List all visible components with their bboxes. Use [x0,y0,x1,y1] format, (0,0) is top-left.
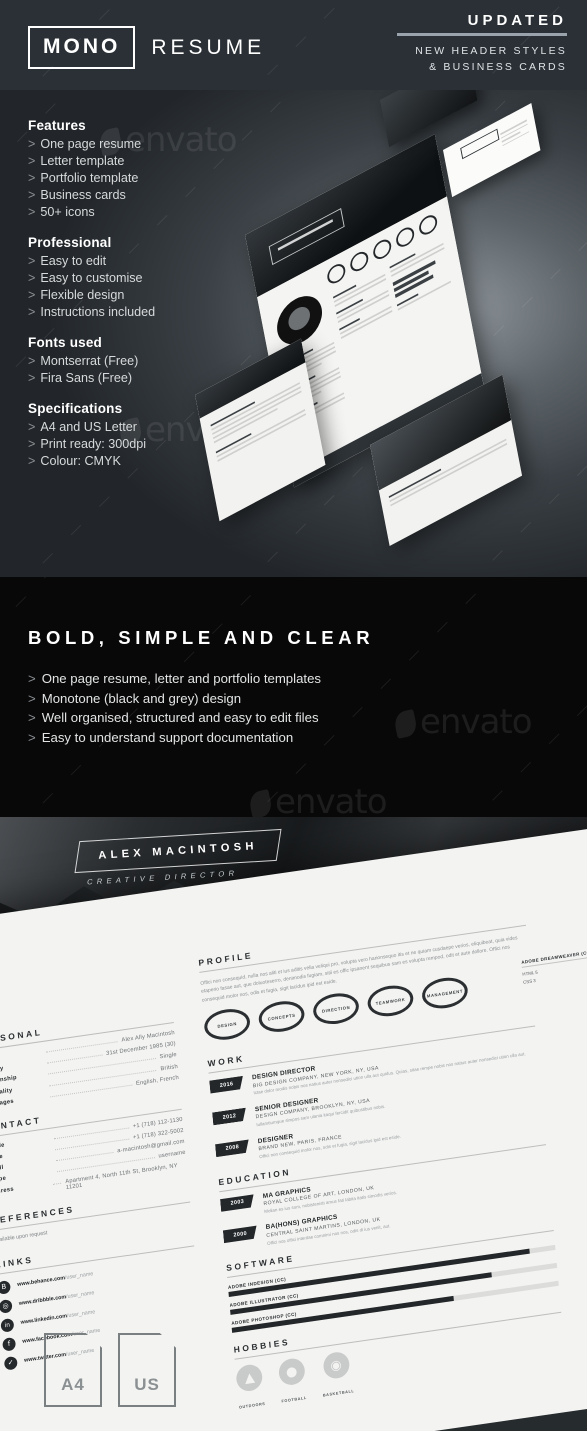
format-badges: A4 US [44,1333,176,1407]
feature-item: > Portfolio template [28,171,139,185]
logo-box: MONO [28,26,136,69]
header-rule [397,33,567,36]
feature-item: > A4 and US Letter [28,420,137,434]
resume-hero-section: ALEX MACINTOSH CREATIVE DIRECTOR PROFILE… [0,817,587,1431]
resume-side-skills: ADOBE DREAMWEAVER (CC) HTML 5 CSS 3 [521,947,587,987]
feature-item: > Business cards [28,188,126,202]
skill-circle: MANAGEMENT [420,975,470,1012]
bold-section-title: BOLD, SIMPLE AND CLEAR [28,627,375,648]
football-icon: ● [277,1357,306,1387]
a4-format-icon: A4 [44,1333,102,1407]
feature-group-professional: Professional > Easy to edit > Easy to cust… [28,235,238,321]
bold-section: BOLD, SIMPLE AND CLEAR > One page resume,… [0,577,587,817]
hobby-label: OUTDOORS [238,1401,266,1410]
link-url: www.behance.com/user_name [16,1271,94,1289]
feature-item: > Fira Sans (Free) [28,371,133,385]
work-year: 2012 [212,1108,247,1126]
group-heading: Fonts used [28,335,103,350]
logo-word: RESUME [151,35,266,59]
bold-section-list: > One page resume, letter and portfolio t… [28,669,321,747]
updated-label: UPDATED [467,12,567,29]
features-section: Features > One page resume > Letter templa… [0,90,587,577]
isometric-mockup [195,90,587,575]
feature-item: > Flexible design [28,288,125,302]
resume-sidebar-column: PERSONAL NameAlex Ally Macintosh Birthda… [0,1008,203,1376]
group-heading: Professional [28,235,112,250]
header-sub-line1: NEW HEADER STYLES [415,45,567,57]
bold-list-item: > Well organised, structured and easy to … [28,710,319,726]
hobby-label: BASKETBALL [322,1389,355,1398]
bold-list-item: > One page resume, letter and portfolio t… [28,671,321,686]
feature-item: > Montserrat (Free) [28,354,139,368]
hobby-label: FOOTBALL [281,1396,307,1404]
group-heading: Features [28,118,86,133]
linkedin-icon: in [0,1317,15,1333]
outdoors-icon: ▲ [235,1363,264,1393]
skill-circle: DESIGN [203,1006,252,1043]
features-list: Features > One page resume > Letter templa… [28,118,238,470]
feature-item: > Colour: CMYK [28,454,121,468]
work-year: 2008 [215,1139,250,1157]
hobby-item: ● FOOTBALL [277,1357,308,1408]
feature-item: > Instructions included [28,305,156,319]
footer-details: Apartment 4, North 11th St, Brooklyn, NY… [267,1406,587,1431]
feature-group-specifications: Specifications > A4 and US Letter > Print … [28,401,238,470]
preview-page: MONO RESUME UPDATED NEW HEADER STYLES & … [0,0,587,1431]
behance-icon: B [0,1279,11,1295]
dribbble-icon: ◎ [0,1298,13,1314]
mockup-business-card-light [443,103,541,198]
hobby-item: ▲ OUTDOORS [235,1363,266,1414]
us-format-icon: US [118,1333,176,1407]
link-url: www.linkedin.com/user_name [20,1309,96,1326]
bold-list-item: > Monotone (black and grey) design [28,690,242,706]
feature-group-fonts: Fonts used > Montserrat (Free) > Fira Sans… [28,335,238,387]
skill-circle: CONCEPTS [257,998,306,1036]
skill-circle: DIRECTION [311,990,361,1028]
logo-box-text: MONO [43,35,121,58]
header-sub-line2: & BUSINESS CARDS [429,61,567,74]
feature-item: > Easy to edit [28,254,107,268]
watermark: envato [392,702,533,742]
hobby-item: ◉ BASKETBALL [319,1350,355,1401]
work-year: 2016 [209,1076,244,1094]
header-badge: UPDATED NEW HEADER STYLES & BUSINESS CAR… [397,12,567,76]
education-year: 2003 [220,1194,255,1212]
link-url: www.dribbble.com/user_name [18,1290,95,1307]
basketball-icon: ◉ [321,1350,351,1381]
page-header: MONO RESUME UPDATED NEW HEADER STYLES & … [0,0,587,90]
feature-item: >50+ icons [28,205,95,219]
brand-logo: MONO RESUME [28,26,265,69]
group-heading: Specifications [28,401,123,416]
twitter-icon: ✓ [3,1355,18,1371]
bold-list-item: > Easy to understand support documentatio… [28,729,294,745]
facebook-icon: f [2,1336,17,1352]
resume-main-column: PROFILE Offici non consequid, nulla nos … [198,910,566,1414]
feature-item: > Letter template [28,154,125,168]
feature-group-features: Features > One page resume > Letter templa… [28,118,238,221]
feature-item: > One page resume [28,137,142,151]
skill-circle: TEAMWORK [366,982,415,1020]
education-year: 2000 [223,1226,258,1244]
watermark: envato [247,782,388,817]
feature-item: > Print ready: 300dpi [28,437,147,451]
feature-item: > Easy to customise [28,271,143,285]
